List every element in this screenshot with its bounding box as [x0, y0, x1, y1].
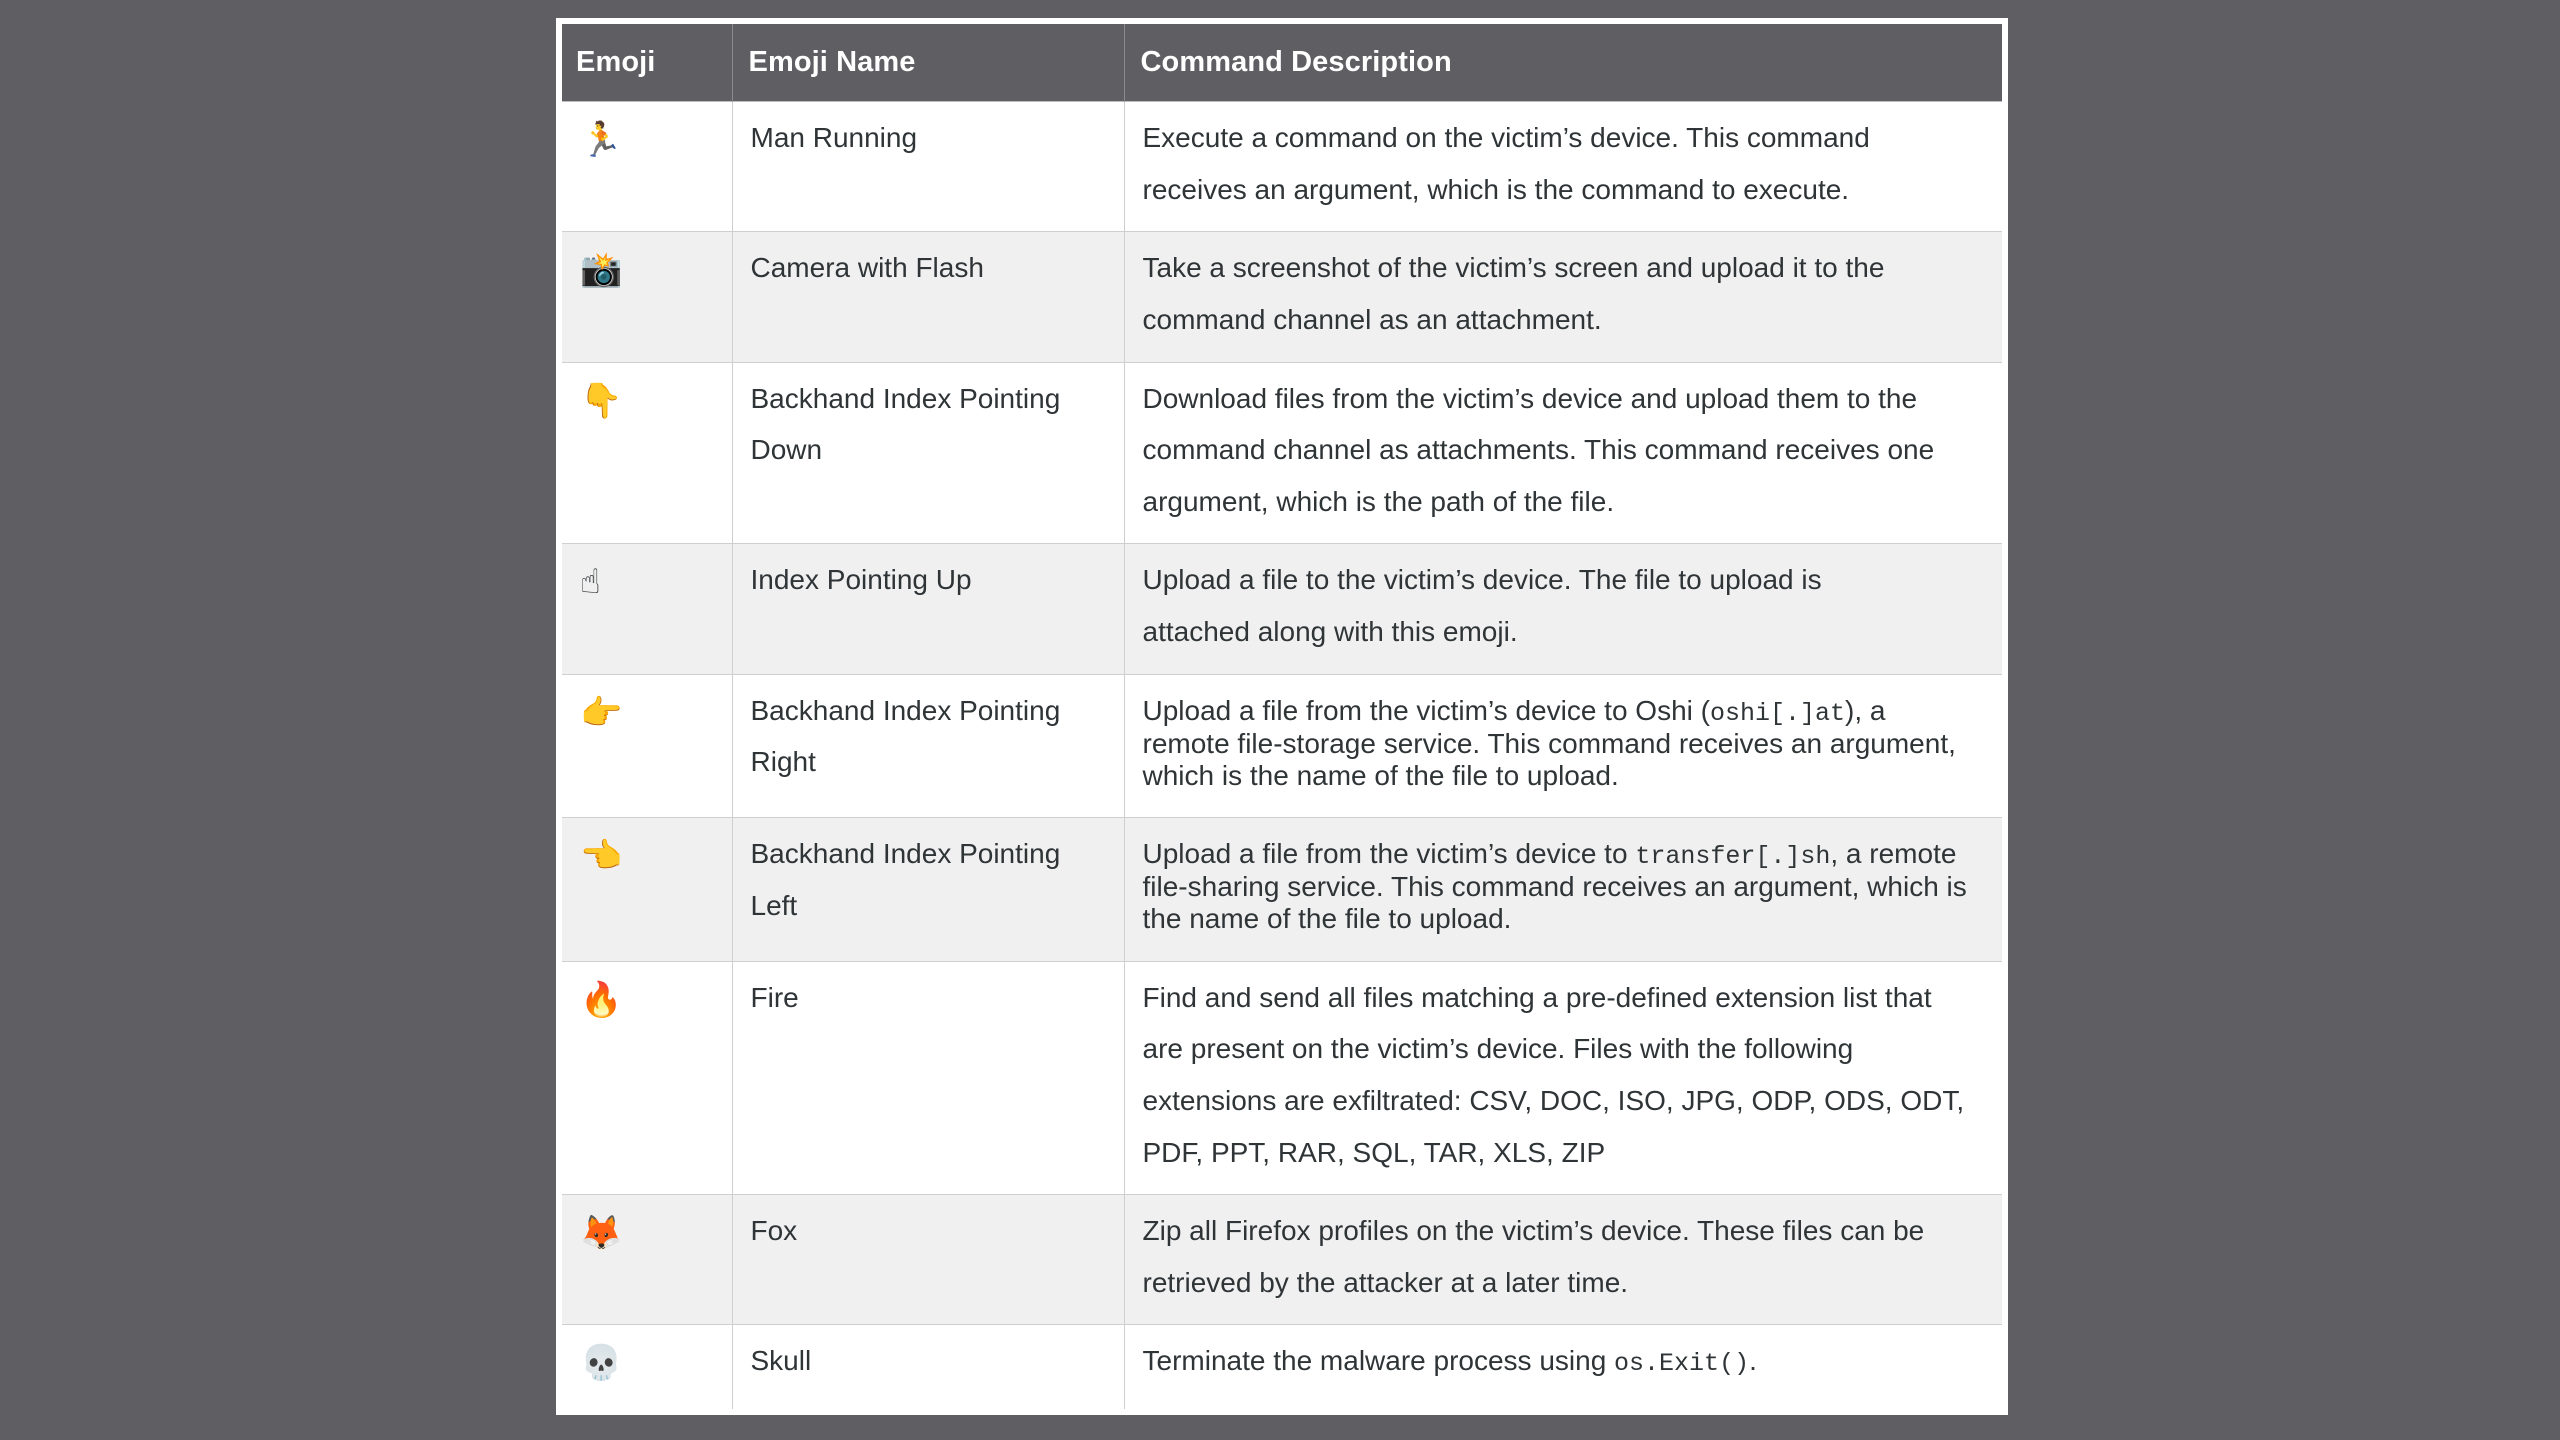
cell-emoji-name: Index Pointing Up [732, 543, 1125, 675]
cell-command-description: Terminate the malware process using os.E… [1124, 1324, 2002, 1410]
backhand-index-pointing-right-emoji: 👉 [580, 692, 623, 733]
cell-emoji: 💀 [562, 1324, 733, 1410]
cell-emoji-name: Fire [732, 960, 1125, 1195]
fox-emoji: 🦊 [580, 1213, 623, 1254]
table-row: ☝ Index Pointing Up Upload a file to the v… [562, 543, 2002, 675]
emoji-name-line: Skull [750, 1345, 812, 1377]
description-text-segment: Terminate the malware process using [1142, 1345, 1615, 1377]
cell-command-description: Upload a file from the victim’s device t… [1124, 817, 2002, 962]
cell-emoji: 👈 [562, 817, 733, 962]
table-row: 👈 Backhand Index Pointing Left Upload a fil… [562, 817, 2002, 962]
table-body: 🏃 Man Running Execute a command on the vic… [562, 100, 2002, 1410]
command-description-text: Terminate the malware process using os.E… [1142, 1345, 1757, 1379]
table-frame: Emoji Emoji Name Command Description 🏃 Ma… [556, 18, 2008, 1416]
cell-emoji: ☝ [562, 543, 733, 675]
command-description-line: PDF, PPT, RAR, SQL, TAR, XLS, ZIP [1142, 1136, 1606, 1168]
cell-command-description: Execute a command on the victim’s device… [1124, 100, 2002, 232]
cell-command-description: Zip all Firefox profiles on the victim’s… [1124, 1194, 2002, 1325]
cell-emoji-name: Camera with Flash [732, 231, 1125, 362]
camera-with-flash-emoji: 📸 [580, 250, 623, 291]
cell-command-description: Find and send all files matching a pre-d… [1124, 960, 2002, 1195]
emoji-name-line: Backhand Index Pointing [750, 382, 1061, 414]
table-row: 👉 Backhand Index Pointing Right Upload a fi… [562, 673, 2002, 818]
emoji-name-line: Camera with Flash [750, 252, 984, 284]
cell-emoji-name: Backhand Index Pointing Right [732, 673, 1125, 818]
table-header: Emoji Emoji Name Command Description [562, 24, 2002, 102]
table-row: 🏃 Man Running Execute a command on the vic… [562, 100, 2002, 232]
cell-command-description: Download files from the victim’s device … [1124, 361, 2002, 544]
inline-code: oshi[.]at [1709, 698, 1846, 728]
emoji-name-line: Fire [750, 981, 799, 1013]
command-description-line: Find and send all files matching a pre-d… [1142, 981, 1932, 1013]
emoji-command-table: Emoji Emoji Name Command Description 🏃 Ma… [562, 24, 2002, 1410]
command-description-line: Zip all Firefox profiles on the victim’s… [1142, 1215, 1925, 1247]
command-description-line: Upload a file to the victim’s device. Th… [1142, 564, 1822, 596]
cell-command-description: Upload a file from the victim’s device t… [1124, 673, 2002, 818]
command-description-line: Take a screenshot of the victim’s screen… [1142, 252, 1885, 284]
emoji-name-line: Down [750, 434, 823, 466]
backhand-index-pointing-down-emoji: 👇 [580, 380, 623, 421]
description-text-segment: Upload a file from the victim’s device t… [1142, 838, 1636, 870]
cell-emoji: 🔥 [562, 960, 733, 1195]
command-description-line: Download files from the victim’s device … [1142, 382, 1918, 414]
description-text-segment: Upload a file from the victim’s device t… [1142, 694, 1710, 726]
table-row: 📸 Camera with Flash Take a screenshot of t… [562, 231, 2002, 362]
man-running-emoji: 🏃 [580, 120, 623, 160]
cell-emoji: 👇 [562, 361, 733, 544]
cell-emoji-name: Fox [732, 1194, 1125, 1325]
table-row: 🔥 Fire Find and send all files matching a … [562, 960, 2002, 1195]
cell-emoji-name: Backhand Index Pointing Left [732, 817, 1125, 962]
command-description-line: retrieved by the attacker at a later tim… [1142, 1266, 1629, 1298]
emoji-name-line: Right [750, 746, 816, 778]
table-row: 💀 Skull Terminate the malware process usin… [562, 1324, 2002, 1410]
command-description-line: attached along with this emoji. [1142, 616, 1518, 647]
emoji-name-line: Left [750, 889, 798, 921]
column-header-emoji-name: Emoji Name [732, 24, 1125, 102]
skull-emoji: 💀 [580, 1343, 623, 1384]
description-text-segment: . [1749, 1345, 1757, 1377]
command-description-line: receives an argument, which is the comma… [1142, 173, 1850, 205]
emoji-name-line: Index Pointing Up [750, 564, 972, 596]
table-row: 🦊 Fox Zip all Firefox profiles on the vict… [562, 1194, 2002, 1325]
command-description-line: command channel as attachments. This com… [1142, 434, 1935, 466]
command-description-line: Execute a command on the victim’s device… [1142, 122, 1870, 153]
command-description-text: Upload a file from the victim’s device t… [1143, 838, 1967, 934]
emoji-name-line: Backhand Index Pointing [750, 838, 1061, 870]
table-row: 👇 Backhand Index Pointing Down Download fil… [562, 361, 2002, 544]
cell-emoji-name: Skull [732, 1324, 1125, 1410]
column-header-command-description: Command Description [1124, 24, 2002, 102]
command-description-line: are present on the victim’s device. File… [1142, 1033, 1854, 1065]
inline-code: os.Exit() [1614, 1349, 1750, 1379]
emoji-name-line: Man Running [750, 122, 918, 153]
column-header-emoji: Emoji [562, 24, 733, 102]
cell-emoji: 📸 [562, 231, 733, 362]
table-header-row: Emoji Emoji Name Command Description [562, 24, 2002, 102]
cell-emoji: 🦊 [562, 1194, 733, 1325]
command-description-text: Upload a file from the victim’s device t… [1143, 695, 1956, 791]
emoji-name-line: Fox [750, 1215, 798, 1247]
cell-command-description: Take a screenshot of the victim’s screen… [1124, 231, 2002, 362]
command-description-line: argument, which is the path of the file. [1142, 485, 1615, 517]
cell-emoji-name: Backhand Index Pointing Down [732, 361, 1125, 544]
cell-emoji: 🏃 [562, 100, 733, 232]
command-description-line: command channel as an attachment. [1142, 303, 1602, 335]
cell-command-description: Upload a file to the victim’s device. Th… [1124, 543, 2002, 675]
page-canvas: Emoji Emoji Name Command Description 🏃 Ma… [0, 0, 2560, 1440]
fire-emoji: 🔥 [580, 979, 623, 1020]
emoji-name-line: Backhand Index Pointing [750, 694, 1061, 726]
command-description-line: extensions are exfiltrated: CSV, DOC, IS… [1142, 1084, 1965, 1116]
inline-code: transfer[.]sh [1635, 842, 1831, 872]
cell-emoji-name: Man Running [732, 100, 1125, 232]
index-pointing-up-emoji: ☝ [580, 562, 601, 603]
cell-emoji: 👉 [562, 673, 733, 818]
backhand-index-pointing-left-emoji: 👈 [580, 836, 623, 877]
